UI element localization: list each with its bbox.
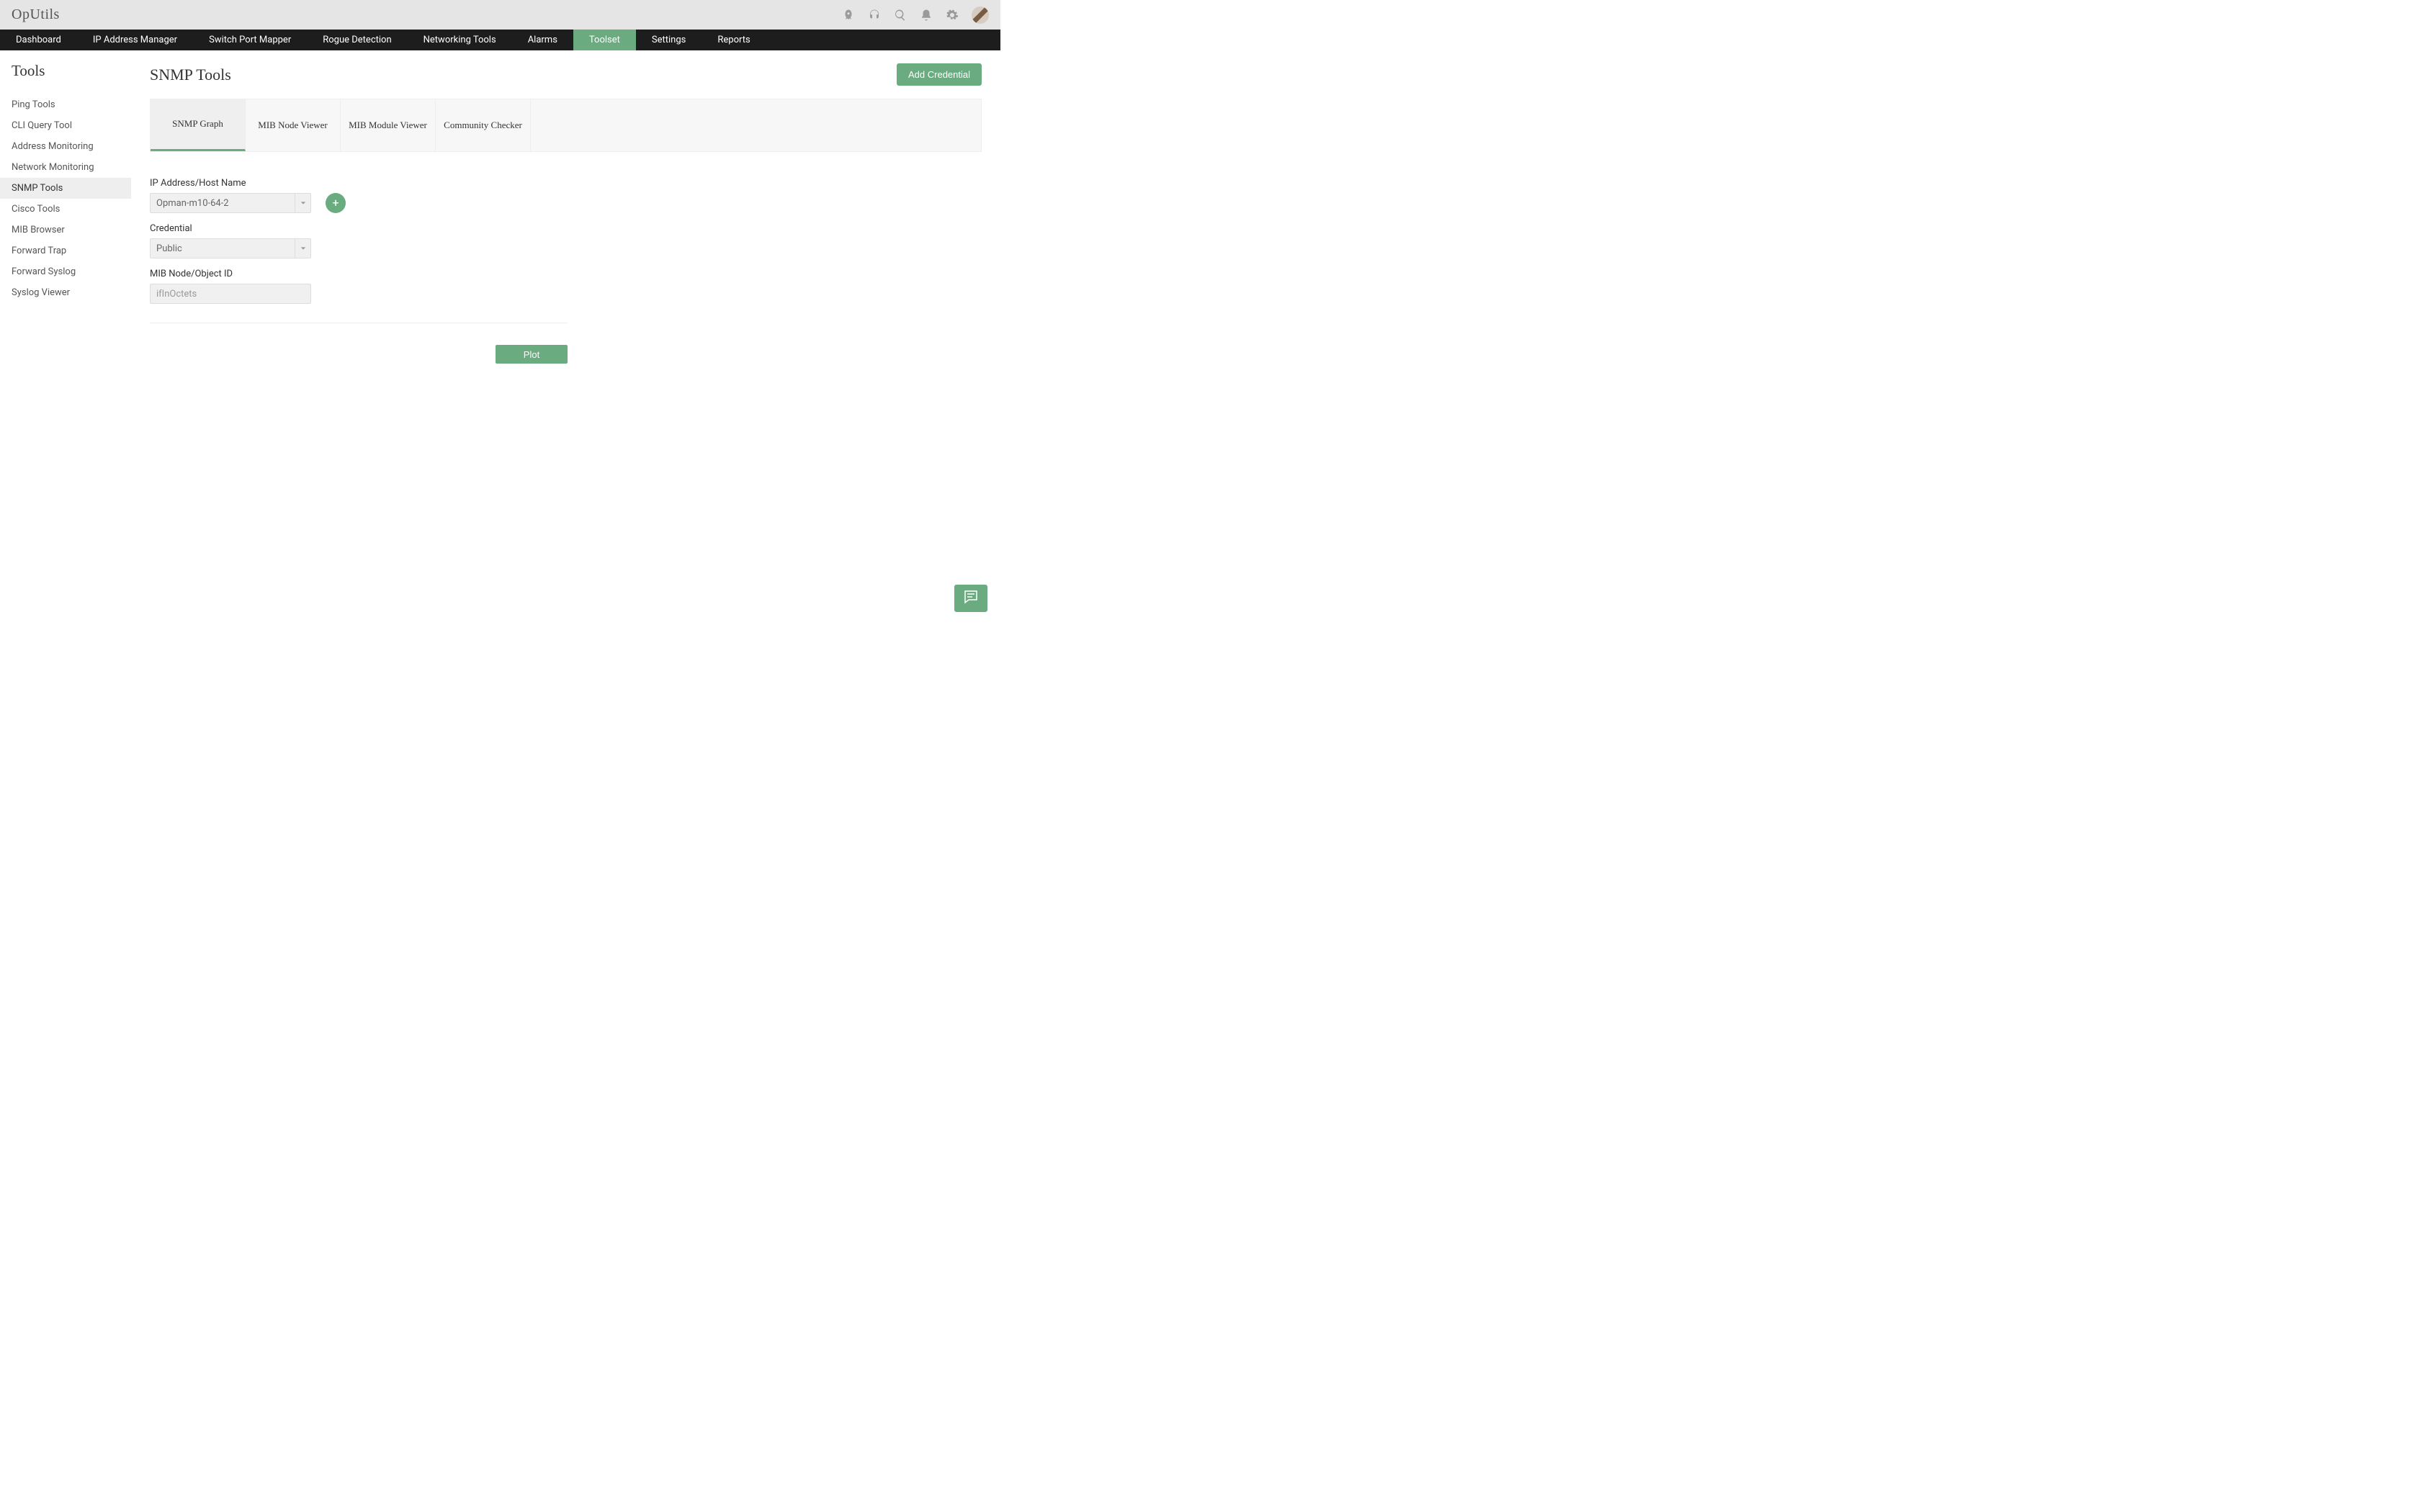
form-area: IP Address/Host Name Opman-m10-64-2 + Cr… [150, 178, 568, 364]
nav-settings[interactable]: Settings [636, 30, 702, 50]
rocket-icon[interactable] [842, 9, 855, 22]
form-row-credential: Credential Public [150, 223, 568, 258]
sidebar-item-ping-tools[interactable]: Ping Tools [0, 94, 131, 115]
form-row-host: IP Address/Host Name Opman-m10-64-2 + [150, 178, 568, 213]
sidebar-item-forward-trap[interactable]: Forward Trap [0, 240, 131, 261]
page-title: SNMP Tools [150, 66, 231, 84]
tab-community-checker[interactable]: Community Checker [436, 99, 531, 151]
nav-toolset[interactable]: Toolset [573, 30, 636, 50]
topbar-icons [842, 6, 989, 24]
credential-select[interactable]: Public [150, 238, 311, 258]
add-credential-button[interactable]: Add Credential [897, 63, 982, 86]
content: SNMP Tools Add Credential SNMP Graph MIB… [131, 50, 1000, 625]
plot-row: Plot [150, 345, 568, 364]
bell-icon[interactable] [920, 9, 933, 22]
plot-button[interactable]: Plot [496, 345, 568, 364]
nav-rogue-detection[interactable]: Rogue Detection [307, 30, 407, 50]
chat-button[interactable] [954, 585, 987, 612]
nav-switch-port-mapper[interactable]: Switch Port Mapper [193, 30, 307, 50]
add-host-button[interactable]: + [326, 193, 346, 213]
mib-input-value: ifInOctets [156, 289, 197, 300]
mib-label: MIB Node/Object ID [150, 269, 568, 279]
sidebar-list: Ping Tools CLI Query Tool Address Monito… [0, 94, 131, 303]
nav-reports[interactable]: Reports [702, 30, 766, 50]
sidebar-item-address-monitoring[interactable]: Address Monitoring [0, 136, 131, 157]
host-select-value: Opman-m10-64-2 [156, 198, 229, 209]
host-label: IP Address/Host Name [150, 178, 568, 189]
sidebar-item-cisco-tools[interactable]: Cisco Tools [0, 199, 131, 220]
credential-select-value: Public [156, 243, 182, 254]
layout: Tools Ping Tools CLI Query Tool Address … [0, 50, 1000, 625]
search-icon[interactable] [894, 9, 907, 22]
topbar: OpUtils [0, 0, 1000, 30]
sidebar-item-network-monitoring[interactable]: Network Monitoring [0, 157, 131, 178]
sidebar-item-cli-query-tool[interactable]: CLI Query Tool [0, 115, 131, 136]
tab-mib-module-viewer[interactable]: MIB Module Viewer [341, 99, 436, 151]
content-header: SNMP Tools Add Credential [150, 63, 982, 86]
main-nav: Dashboard IP Address Manager Switch Port… [0, 30, 1000, 50]
form-row-mib: MIB Node/Object ID ifInOctets [150, 269, 568, 304]
chat-icon [962, 588, 980, 608]
nav-dashboard[interactable]: Dashboard [0, 30, 77, 50]
chevron-down-icon [295, 194, 310, 212]
tab-snmp-graph[interactable]: SNMP Graph [151, 99, 246, 151]
mib-input[interactable]: ifInOctets [150, 284, 311, 304]
user-avatar[interactable] [972, 6, 989, 24]
nav-alarms[interactable]: Alarms [512, 30, 573, 50]
tabs: SNMP Graph MIB Node Viewer MIB Module Vi… [150, 99, 982, 152]
sidebar: Tools Ping Tools CLI Query Tool Address … [0, 50, 131, 625]
headset-icon[interactable] [868, 9, 881, 22]
chevron-down-icon [295, 239, 310, 258]
nav-networking-tools[interactable]: Networking Tools [408, 30, 512, 50]
host-select[interactable]: Opman-m10-64-2 [150, 193, 311, 213]
sidebar-item-syslog-viewer[interactable]: Syslog Viewer [0, 282, 131, 303]
brand-title: OpUtils [12, 6, 60, 23]
tab-mib-node-viewer[interactable]: MIB Node Viewer [246, 99, 341, 151]
gear-icon[interactable] [946, 9, 959, 22]
nav-ip-address-manager[interactable]: IP Address Manager [77, 30, 193, 50]
sidebar-item-forward-syslog[interactable]: Forward Syslog [0, 261, 131, 282]
credential-label: Credential [150, 223, 568, 234]
plus-icon: + [332, 197, 339, 209]
sidebar-title: Tools [0, 62, 131, 87]
sidebar-item-snmp-tools[interactable]: SNMP Tools [0, 178, 131, 199]
sidebar-item-mib-browser[interactable]: MIB Browser [0, 220, 131, 240]
